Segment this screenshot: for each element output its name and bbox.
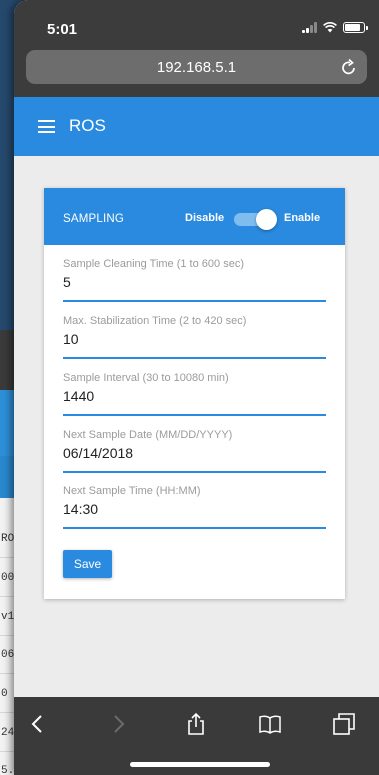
browser-toolbar [14, 697, 379, 775]
sample-interval-field[interactable]: Sample Interval (30 to 10080 min) 1440 [63, 372, 326, 416]
field-value[interactable]: 10 [63, 331, 79, 347]
sampling-card: SAMPLING Disable Enable Sample Cleaning … [44, 188, 345, 599]
field-label: Sample Cleaning Time (1 to 600 sec) [63, 258, 244, 270]
home-indicator[interactable] [130, 762, 270, 767]
field-label: Next Sample Time (HH:MM) [63, 485, 201, 497]
enable-label: Enable [284, 212, 321, 224]
card-header: SAMPLING Disable Enable [44, 188, 345, 245]
cleaning-time-field[interactable]: Sample Cleaning Time (1 to 600 sec) 5 [63, 258, 326, 302]
back-icon[interactable] [26, 712, 50, 736]
address-bar[interactable]: 192.168.5.1 [26, 50, 367, 84]
app-bar: ROS [14, 97, 379, 156]
wifi-icon [323, 22, 337, 33]
field-label: Next Sample Date (MM/DD/YYYY) [63, 429, 233, 441]
field-label: Sample Interval (30 to 10080 min) [63, 372, 229, 384]
battery-icon [343, 22, 368, 33]
app-title: ROS [69, 116, 106, 135]
save-button[interactable]: Save [63, 550, 112, 578]
browser-chrome-top: 5:01 192.168.5.1 [14, 0, 379, 97]
bookmarks-icon[interactable] [258, 712, 282, 736]
card-title: SAMPLING [63, 213, 125, 225]
stabilization-time-field[interactable]: Max. Stabilization Time (2 to 420 sec) 1… [63, 315, 326, 359]
sampling-toggle[interactable] [232, 209, 277, 230]
field-value[interactable]: 1440 [63, 388, 94, 404]
status-time: 5:01 [47, 21, 78, 38]
menu-icon[interactable] [38, 120, 55, 133]
share-icon[interactable] [184, 712, 208, 736]
next-sample-date-field[interactable]: Next Sample Date (MM/DD/YYYY) 06/14/2018 [63, 429, 326, 473]
next-sample-time-field[interactable]: Next Sample Time (HH:MM) 14:30 [63, 485, 326, 529]
signal-icon [302, 22, 317, 33]
forward-icon[interactable] [106, 712, 130, 736]
field-value[interactable]: 06/14/2018 [63, 445, 133, 461]
field-label: Max. Stabilization Time (2 to 420 sec) [63, 315, 247, 327]
tabs-icon[interactable] [332, 712, 356, 736]
field-value[interactable]: 5 [63, 274, 71, 290]
reload-icon[interactable] [341, 58, 357, 76]
browser-window: 5:01 192.168.5.1 ROS SAMPLING Disable En… [14, 0, 379, 775]
disable-label: Disable [185, 212, 225, 224]
field-value[interactable]: 14:30 [63, 501, 98, 517]
status-icons [302, 22, 368, 33]
url-text: 192.168.5.1 [156, 58, 237, 76]
